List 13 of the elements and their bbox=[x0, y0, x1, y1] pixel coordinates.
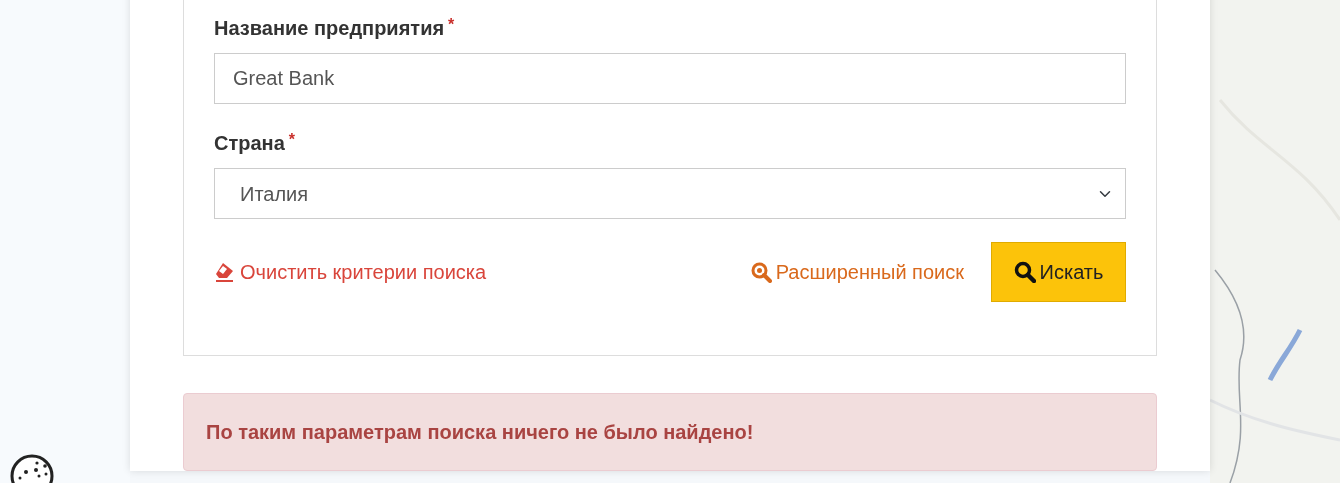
required-mark: * bbox=[448, 16, 455, 33]
country-select[interactable]: Италия bbox=[214, 168, 1126, 219]
field-label: Название предприятия bbox=[214, 17, 445, 39]
search-button[interactable]: Искать bbox=[991, 242, 1126, 302]
field-label: Страна bbox=[214, 132, 285, 154]
clear-criteria-link[interactable]: Очистить критерии поиска bbox=[214, 257, 487, 287]
advanced-search-link[interactable]: Расширенный поиск bbox=[750, 257, 964, 287]
eraser-icon bbox=[214, 261, 236, 283]
no-results-alert: По таким параметрам поиска ничего не было найдено! bbox=[183, 393, 1157, 471]
search-icon bbox=[1013, 261, 1036, 283]
zoom-in-icon bbox=[750, 261, 772, 283]
company-name-field[interactable]: Great Bank bbox=[214, 53, 1126, 104]
required-mark: * bbox=[288, 131, 295, 148]
